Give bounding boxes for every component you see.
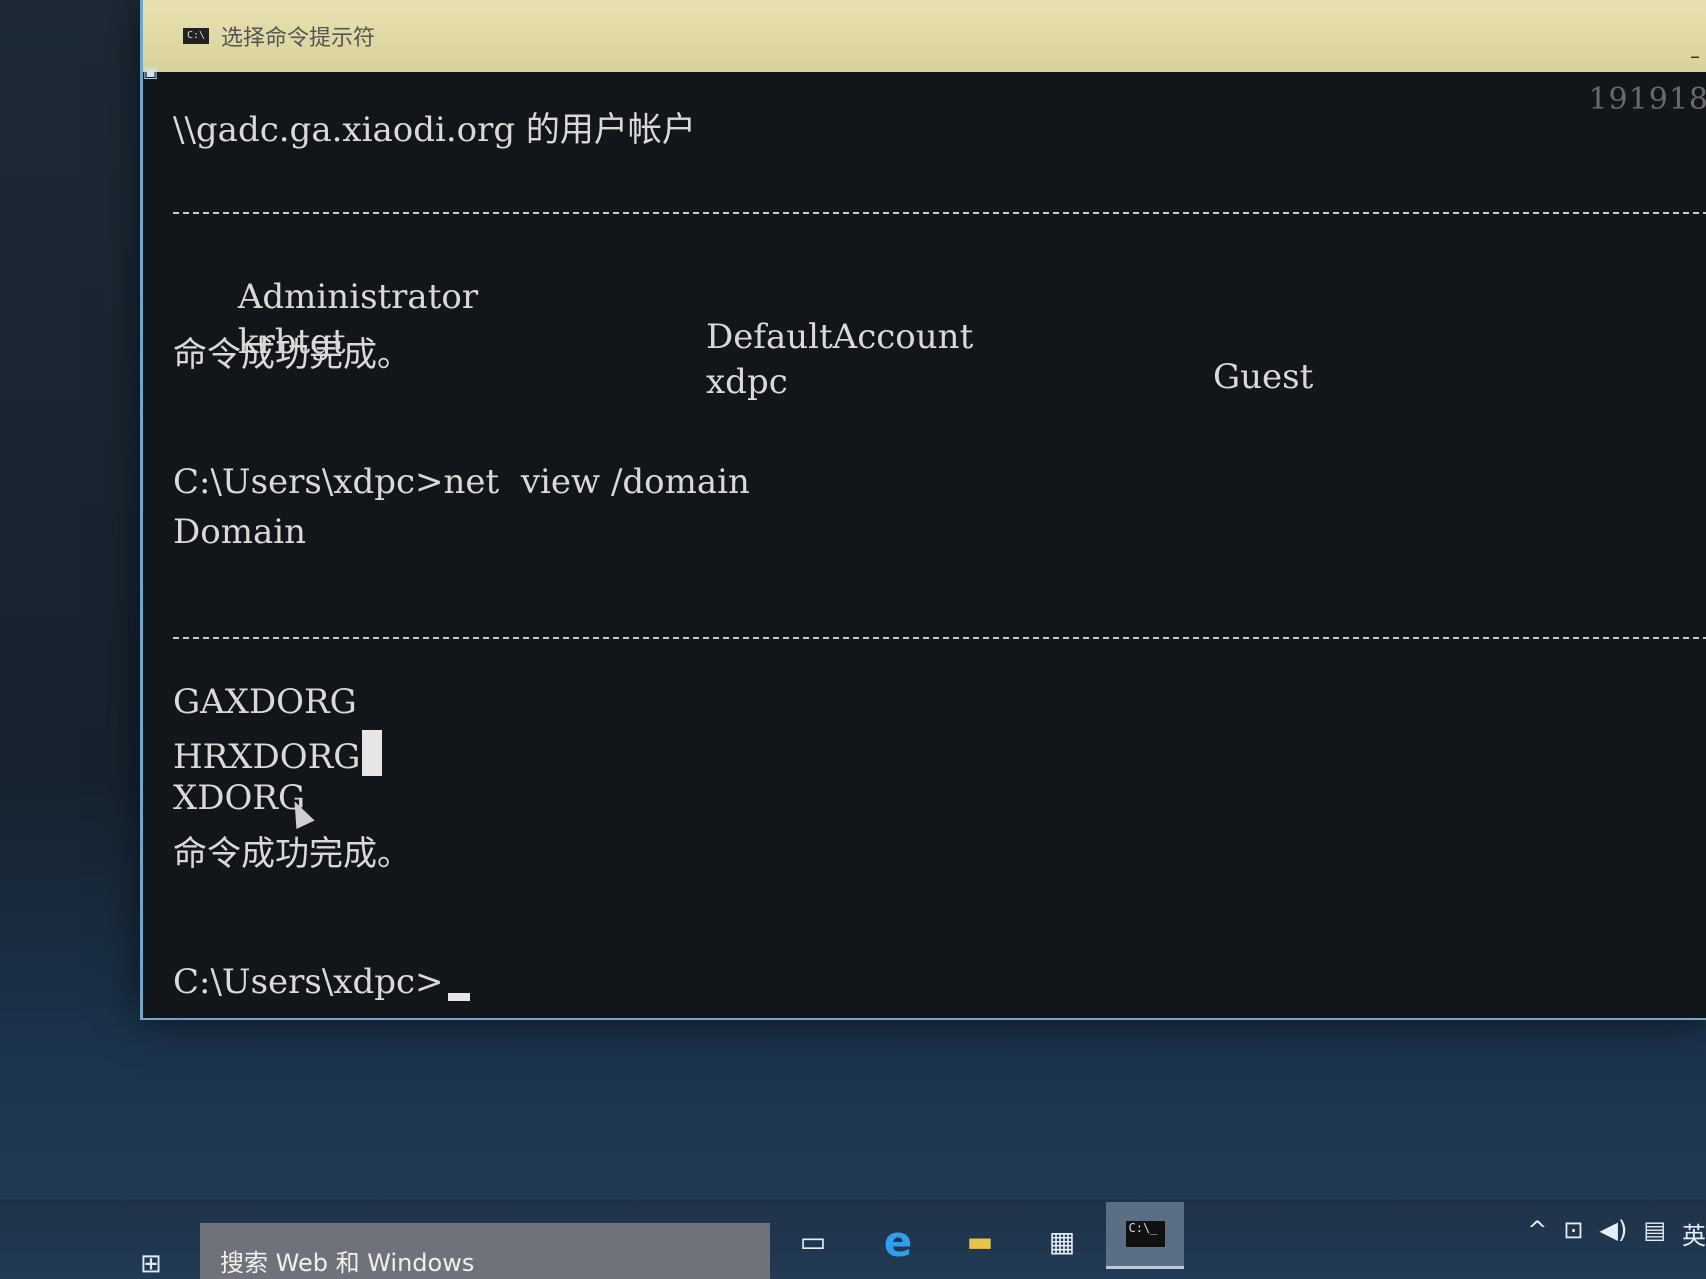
domain-header: Domain bbox=[173, 512, 307, 552]
domain-item-text: HRXDORG bbox=[173, 737, 361, 777]
command-prompt-window[interactable]: C:\ 选择命令提示符 – ▣ 191918 \\gadc.ga.xiaodi.… bbox=[140, 0, 1706, 1020]
network-icon[interactable]: ⊡ bbox=[1563, 1216, 1583, 1251]
window-title: 选择命令提示符 bbox=[221, 26, 376, 51]
command-line: C:\Users\xdpc>net view /domain bbox=[173, 462, 750, 502]
file-explorer-icon[interactable]: ▬ bbox=[960, 1221, 1000, 1261]
success-message: 命令成功完成。 bbox=[173, 335, 411, 375]
title-bar[interactable]: C:\ 选择命令提示符 – bbox=[143, 0, 1706, 72]
separator bbox=[173, 212, 1706, 214]
cmd-icon[interactable]: C:\_ bbox=[1106, 1202, 1184, 1269]
accounts-header: \\gadc.ga.xiaodi.org 的用户帐户 bbox=[173, 110, 696, 150]
store-icon[interactable]: ▦ bbox=[1042, 1221, 1082, 1261]
minimize-button[interactable]: – bbox=[1685, 46, 1705, 66]
taskbar: ⊞ 搜索 Web 和 Windows ▭ e ▬ ▦ C:\_ ^ ⊡ ◀) ▤… bbox=[0, 1199, 1706, 1279]
language-indicator[interactable]: 英 bbox=[1682, 1216, 1706, 1251]
domain-item: GAXDORG bbox=[173, 682, 357, 722]
notification-icon[interactable]: ▤ bbox=[1643, 1216, 1666, 1251]
task-view-icon[interactable]: ▭ bbox=[793, 1221, 833, 1261]
domain-item: HRXDORG bbox=[173, 730, 383, 777]
prompt-line[interactable]: C:\Users\xdpc> bbox=[173, 962, 470, 1002]
search-input[interactable]: 搜索 Web 和 Windows bbox=[200, 1223, 770, 1279]
system-tray: ^ ⊡ ◀) ▤ 英 bbox=[1527, 1216, 1706, 1251]
account-cell: xdpc bbox=[706, 362, 788, 402]
side-window-icon: ▣ bbox=[143, 62, 159, 81]
edge-icon[interactable]: e bbox=[878, 1217, 918, 1266]
selection-cursor bbox=[362, 730, 383, 776]
console-output[interactable]: \\gadc.ga.xiaodi.org 的用户帐户 Administrator… bbox=[173, 72, 1706, 1018]
start-button[interactable]: ⊞ bbox=[140, 1249, 176, 1279]
volume-icon[interactable]: ◀) bbox=[1599, 1216, 1627, 1251]
domain-item: XDORG bbox=[173, 778, 306, 818]
text-cursor bbox=[447, 993, 470, 1001]
separator bbox=[173, 637, 1706, 639]
success-message: 命令成功完成。 bbox=[173, 834, 411, 874]
cmd-title-icon: C:\ bbox=[183, 28, 209, 44]
chevron-up-icon[interactable]: ^ bbox=[1527, 1216, 1547, 1251]
prompt-text: C:\Users\xdpc> bbox=[173, 962, 444, 1002]
